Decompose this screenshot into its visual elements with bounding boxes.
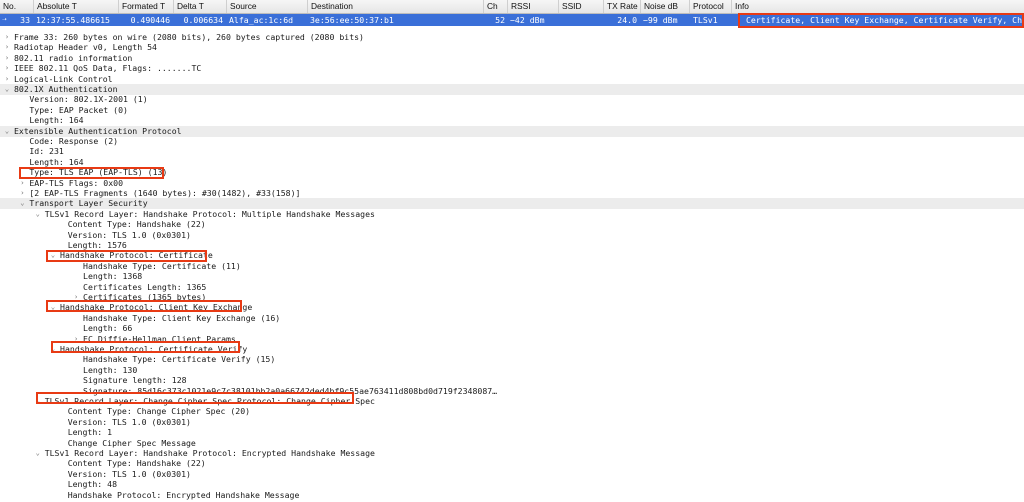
chevron-down-icon[interactable]: ⌄ bbox=[18, 198, 26, 209]
tree-item[interactable]: [2 EAP-TLS Fragments (1640 bytes): #30(1… bbox=[29, 188, 300, 199]
tree-section-background bbox=[0, 198, 1024, 210]
tree-item[interactable]: Content Type: Change Cipher Spec (20) bbox=[68, 406, 250, 417]
chevron-right-icon[interactable]: › bbox=[18, 188, 26, 199]
packet-channel: 52 bbox=[495, 15, 505, 25]
tree-item[interactable]: Handshake Type: Certificate (11) bbox=[83, 261, 241, 272]
tree-item[interactable]: Type: TLS EAP (EAP-TLS) (13) bbox=[29, 167, 167, 178]
chevron-right-icon[interactable]: › bbox=[3, 32, 11, 43]
chevron-down-icon[interactable]: ⌄ bbox=[49, 250, 57, 261]
tree-item[interactable]: Length: 1 bbox=[68, 427, 112, 438]
chevron-down-icon[interactable]: ⌄ bbox=[34, 396, 42, 407]
column-header-absolute-time[interactable]: Absolute T bbox=[33, 0, 118, 13]
column-header-formatted-time[interactable]: Formated T bbox=[118, 0, 173, 13]
tree-item[interactable]: Version: 802.1X-2001 (1) bbox=[29, 94, 147, 105]
packet-tx-rate: 24.0 bbox=[617, 15, 637, 25]
tree-item[interactable]: Handshake Type: Client Key Exchange (16) bbox=[83, 313, 280, 324]
tree-item[interactable]: EAP-TLS Flags: 0x00 bbox=[29, 178, 123, 189]
packet-destination: 3e:56:ee:50:37:b1 bbox=[310, 15, 394, 25]
tree-section-background bbox=[0, 84, 1024, 95]
chevron-right-icon[interactable]: › bbox=[3, 74, 11, 85]
tree-item[interactable]: Signature: 85d16c373c1021e9c7c38101bb2a0… bbox=[83, 386, 497, 397]
tree-item[interactable]: Frame 33: 260 bytes on wire (2080 bits),… bbox=[14, 32, 364, 43]
tree-item[interactable]: Content Type: Handshake (22) bbox=[68, 458, 206, 469]
tree-item[interactable]: TLSv1 Record Layer: Change Cipher Spec P… bbox=[45, 396, 375, 407]
packet-info: Certificate, Client Key Exchange, Certif… bbox=[746, 15, 1024, 25]
column-header-info[interactable]: Info bbox=[731, 0, 1024, 13]
tree-item[interactable]: Radiotap Header v0, Length 54 bbox=[14, 42, 157, 53]
chevron-right-icon[interactable]: › bbox=[3, 42, 11, 53]
chevron-right-icon[interactable]: › bbox=[72, 292, 80, 303]
tree-item[interactable]: Transport Layer Security bbox=[29, 198, 147, 209]
column-header-noise[interactable]: Noise dB bbox=[640, 0, 689, 13]
chevron-right-icon[interactable]: › bbox=[3, 53, 11, 64]
tree-item[interactable]: Extensible Authentication Protocol bbox=[14, 126, 182, 137]
packet-absolute-time: 12:37:55.486615 bbox=[36, 15, 110, 25]
column-header-delta-time[interactable]: Delta T bbox=[173, 0, 226, 13]
tree-item[interactable]: Logical-Link Control bbox=[14, 74, 113, 85]
tree-item[interactable]: Version: TLS 1.0 (0x0301) bbox=[68, 230, 191, 241]
tree-item[interactable]: TLSv1 Record Layer: Handshake Protocol: … bbox=[45, 209, 375, 220]
chevron-down-icon[interactable]: ⌄ bbox=[3, 84, 11, 95]
tree-item[interactable]: EC Diffie-Hellman Client Params bbox=[83, 334, 236, 345]
row-arrow-icon: ➝ bbox=[2, 15, 7, 24]
packet-delta-time: 0.006634 bbox=[183, 15, 223, 25]
tree-item[interactable]: Length: 1368 bbox=[83, 271, 142, 282]
tree-item[interactable]: Change Cipher Spec Message bbox=[68, 438, 196, 449]
tree-item[interactable]: Handshake Protocol: Encrypted Handshake … bbox=[68, 490, 300, 501]
tree-item[interactable]: Type: EAP Packet (0) bbox=[29, 105, 128, 116]
column-header-no[interactable]: No. bbox=[0, 0, 33, 13]
chevron-right-icon[interactable]: › bbox=[72, 334, 80, 345]
packet-ssid bbox=[561, 14, 601, 26]
tree-item[interactable]: Id: 231 bbox=[29, 146, 64, 157]
chevron-down-icon[interactable]: ⌄ bbox=[49, 302, 57, 313]
packet-rssi: −42 dBm bbox=[510, 15, 545, 25]
tree-item[interactable]: Handshake Protocol: Client Key Exchange bbox=[60, 302, 252, 313]
chevron-down-icon[interactable]: ⌄ bbox=[3, 126, 11, 137]
tree-item[interactable]: Length: 66 bbox=[83, 323, 132, 334]
column-header-rssi[interactable]: RSSI bbox=[507, 0, 558, 13]
tree-item[interactable]: Version: TLS 1.0 (0x0301) bbox=[68, 469, 191, 480]
packet-list-header: No. Absolute T Formated T Delta T Source… bbox=[0, 0, 1024, 14]
packet-row-selected[interactable]: ➝ 33 12:37:55.486615 0.490446 0.006634 A… bbox=[0, 14, 1024, 26]
tree-item[interactable]: TLSv1 Record Layer: Handshake Protocol: … bbox=[45, 448, 375, 459]
tree-item[interactable]: Code: Response (2) bbox=[29, 136, 118, 147]
column-header-source[interactable]: Source bbox=[226, 0, 307, 13]
tree-item[interactable]: Content Type: Handshake (22) bbox=[68, 219, 206, 230]
chevron-down-icon[interactable]: ⌄ bbox=[34, 209, 42, 220]
tree-item[interactable]: Length: 48 bbox=[68, 479, 117, 490]
tree-item[interactable]: Length: 1576 bbox=[68, 240, 127, 251]
tree-item[interactable]: Length: 164 bbox=[29, 157, 83, 168]
packet-protocol: TLSv1 bbox=[693, 15, 718, 25]
tree-item[interactable]: Certificates Length: 1365 bbox=[83, 282, 206, 293]
column-header-ssid[interactable]: SSID bbox=[558, 0, 603, 13]
column-header-tx-rate[interactable]: TX Rate bbox=[603, 0, 640, 13]
packet-formatted-time: 0.490446 bbox=[130, 15, 170, 25]
tree-item[interactable]: Certificates (1365 bytes) bbox=[83, 292, 206, 303]
chevron-down-icon[interactable]: ⌄ bbox=[49, 344, 57, 355]
packet-source: Alfa_ac:1c:6d bbox=[229, 15, 294, 25]
tree-item[interactable]: Handshake Protocol: Certificate bbox=[60, 250, 213, 261]
column-header-destination[interactable]: Destination bbox=[307, 0, 483, 13]
tree-item[interactable]: 802.1X Authentication bbox=[14, 84, 118, 95]
tree-item[interactable]: Handshake Type: Certificate Verify (15) bbox=[83, 354, 275, 365]
packet-no: 33 bbox=[20, 15, 30, 25]
tree-item[interactable]: Handshake Protocol: Certificate Verify bbox=[60, 344, 247, 355]
column-header-channel[interactable]: Ch bbox=[483, 0, 507, 13]
chevron-down-icon[interactable]: ⌄ bbox=[34, 448, 42, 459]
chevron-right-icon[interactable]: › bbox=[3, 63, 11, 74]
packet-noise: −99 dBm bbox=[643, 15, 678, 25]
tree-item[interactable]: Signature length: 128 bbox=[83, 375, 187, 386]
tree-item[interactable]: 802.11 radio information bbox=[14, 53, 132, 64]
tree-item[interactable]: Version: TLS 1.0 (0x0301) bbox=[68, 417, 191, 428]
tree-item[interactable]: Length: 164 bbox=[29, 115, 83, 126]
tree-item[interactable]: IEEE 802.11 QoS Data, Flags: .......TC bbox=[14, 63, 201, 74]
column-header-protocol[interactable]: Protocol bbox=[689, 0, 731, 13]
tree-item[interactable]: Length: 130 bbox=[83, 365, 137, 376]
chevron-right-icon[interactable]: › bbox=[18, 178, 26, 189]
